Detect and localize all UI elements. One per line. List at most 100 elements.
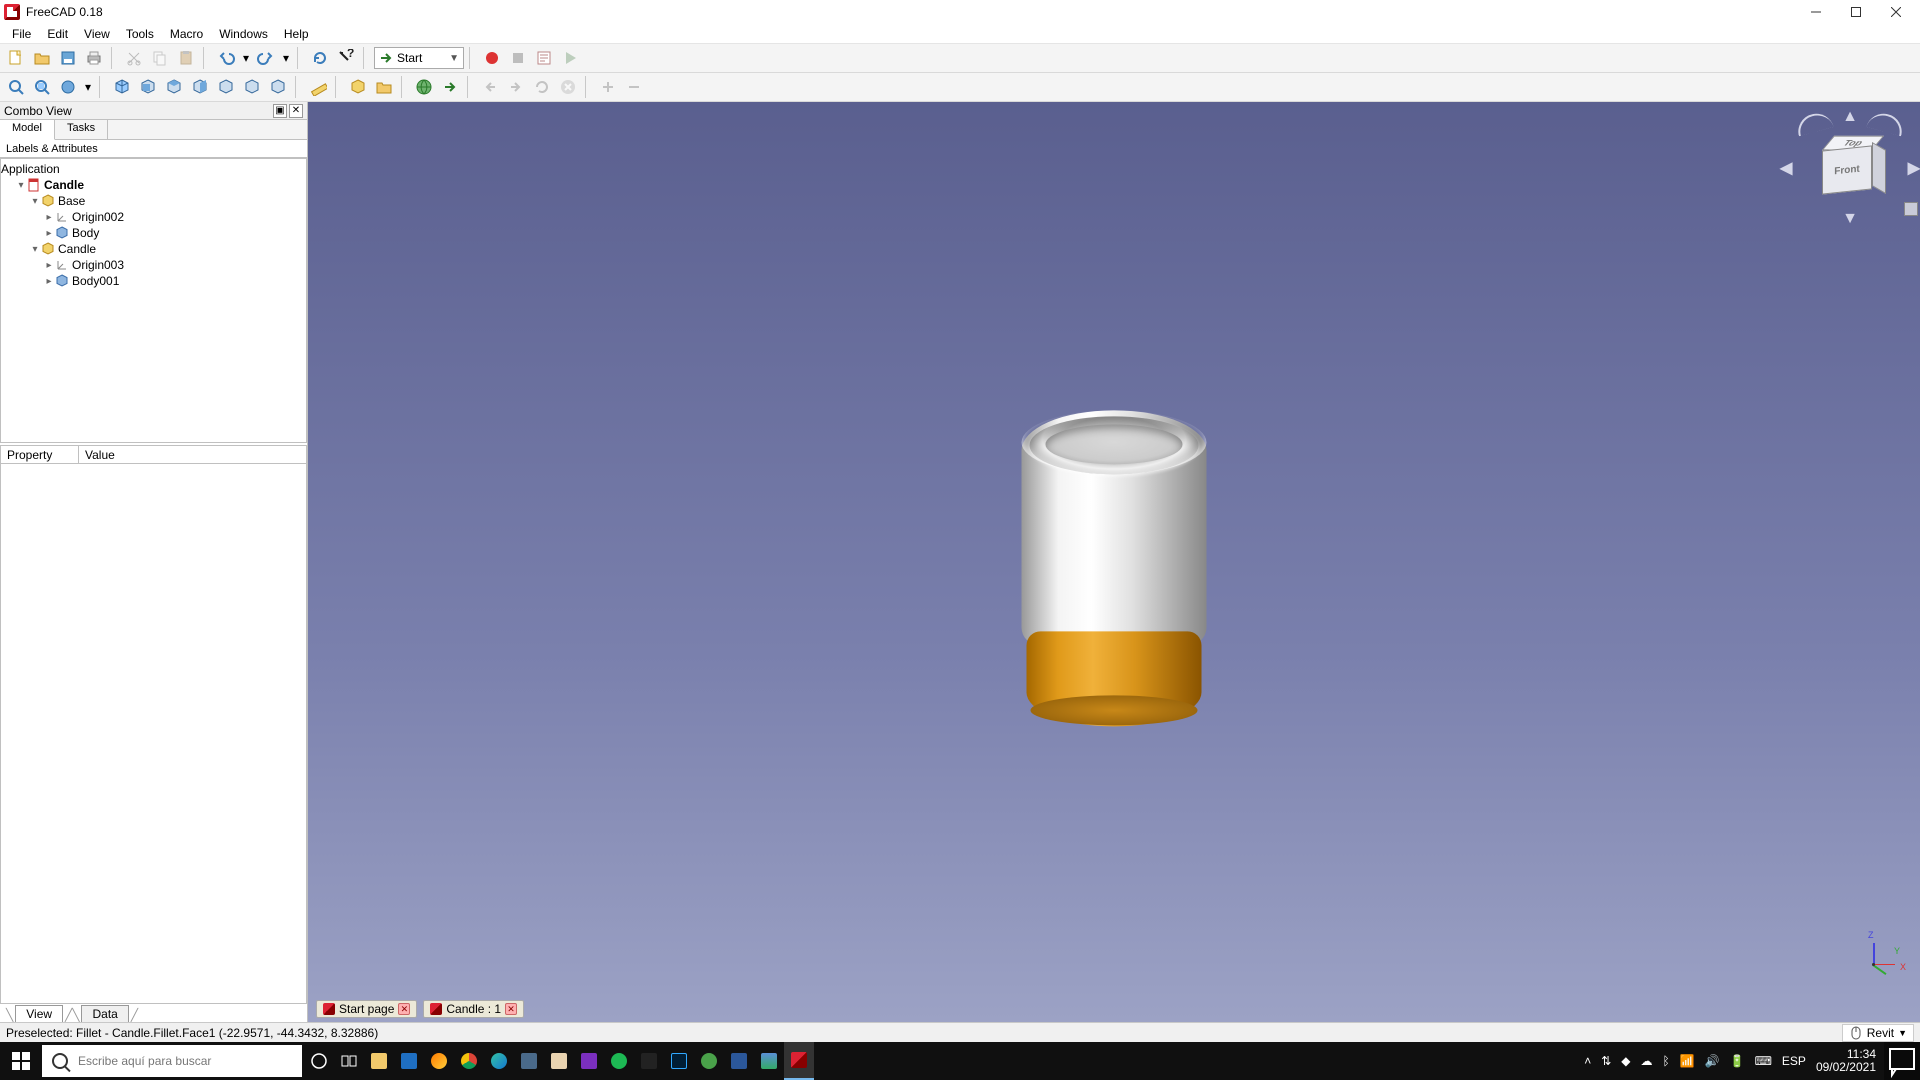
tab-tasks[interactable]: Tasks [55,120,108,139]
app-icon-generic[interactable] [634,1042,664,1080]
spotify-icon[interactable] [604,1042,634,1080]
nav-forward-button[interactable] [504,75,528,99]
new-file-button[interactable] [4,46,28,70]
tree-item[interactable]: ▾Candle [1,177,306,193]
refresh-button[interactable] [308,46,332,70]
file-explorer-icon[interactable] [364,1042,394,1080]
firefox-icon[interactable] [424,1042,454,1080]
save-button[interactable] [56,46,80,70]
edge-icon[interactable] [484,1042,514,1080]
open-file-button[interactable] [30,46,54,70]
tray-battery-icon[interactable]: 🔋 [1730,1054,1745,1068]
menu-windows[interactable]: Windows [211,25,276,43]
tray-language[interactable]: ESP [1782,1054,1806,1068]
tray-keyboard-icon[interactable]: ⌨ [1755,1054,1772,1068]
measure-button[interactable] [306,75,330,99]
doc-tab-start[interactable]: Start page ✕ [316,1000,417,1018]
3d-viewport[interactable]: ▲▼ ◀▶ Top Front X Y Z Start page ✕ [308,102,1920,1022]
expand-icon[interactable]: ▸ [43,228,55,239]
redo-button[interactable] [254,46,278,70]
close-button[interactable] [1876,0,1916,24]
expand-icon[interactable]: ▸ [43,260,55,271]
doc-tab-candle[interactable]: Candle : 1 ✕ [423,1000,524,1018]
nav-back-button[interactable] [478,75,502,99]
fit-all-button[interactable] [4,75,28,99]
cube-side-face[interactable] [1872,142,1886,194]
macro-record-button[interactable] [480,46,504,70]
tray-volume-icon[interactable]: 🔊 [1705,1054,1720,1068]
web-home-button[interactable] [412,75,436,99]
onenote-icon[interactable] [574,1042,604,1080]
navigation-cube[interactable]: ▲▼ ◀▶ Top Front [1790,108,1910,228]
expand-icon[interactable]: ▸ [43,212,55,223]
photos-icon[interactable] [754,1042,784,1080]
tree-item[interactable]: ▸Origin003 [1,257,306,273]
close-icon[interactable]: ✕ [398,1003,410,1015]
property-tab-view[interactable]: View [15,1005,63,1022]
web-forward-button[interactable] [438,75,462,99]
macro-play-button[interactable] [558,46,582,70]
nav-refresh-button[interactable] [530,75,554,99]
whats-this-button[interactable]: ? [334,46,358,70]
expand-icon[interactable]: ▾ [29,196,41,207]
menu-edit[interactable]: Edit [39,25,76,43]
macro-list-button[interactable] [532,46,556,70]
menu-file[interactable]: File [4,25,39,43]
paint-icon[interactable] [544,1042,574,1080]
part-create-button[interactable] [346,75,370,99]
minimize-button[interactable] [1796,0,1836,24]
cube-top-face[interactable]: Top [1822,136,1884,150]
tree-item[interactable]: ▸Body001 [1,273,306,289]
tree-item[interactable]: ▾Base [1,193,306,209]
freecad-taskbar-icon[interactable] [784,1042,814,1080]
expand-icon[interactable]: ▸ [43,276,55,287]
view-left-button[interactable] [266,75,290,99]
view-rear-button[interactable] [214,75,238,99]
zoom-out-button[interactable] [622,75,646,99]
tray-clock[interactable]: 11:34 09/02/2021 [1816,1048,1876,1074]
paste-button[interactable] [174,46,198,70]
start-button[interactable] [0,1042,42,1080]
view-top-button[interactable] [162,75,186,99]
tray-onedrive-icon[interactable]: ☁ [1641,1054,1653,1068]
draw-style-button[interactable] [56,75,80,99]
nav-style-selector[interactable]: Revit ▼ [1842,1024,1914,1042]
model-tree[interactable]: Application ▾Candle▾Base▸Origin002▸Body▾… [0,158,307,443]
expand-icon[interactable]: ▾ [29,244,41,255]
tree-item[interactable]: ▾Candle [1,241,306,257]
workbench-selector[interactable]: Start ▼ [374,47,464,69]
maximize-button[interactable] [1836,0,1876,24]
expand-icon[interactable]: ▾ [15,180,27,191]
close-icon[interactable]: ✕ [505,1003,517,1015]
word-icon[interactable] [724,1042,754,1080]
view-front-button[interactable] [136,75,160,99]
calculator-icon[interactable] [514,1042,544,1080]
combo-close-button[interactable]: ✕ [289,104,303,118]
chrome-icon[interactable] [454,1042,484,1080]
tray-dropbox-icon[interactable]: ◆ [1621,1054,1630,1068]
menu-help[interactable]: Help [276,25,317,43]
tray-sync-icon[interactable]: ⇅ [1601,1054,1611,1068]
tray-chevron-icon[interactable]: ˄ [1584,1054,1591,1068]
cube-front-face[interactable]: Front [1822,145,1872,194]
tab-model[interactable]: Model [0,120,55,140]
view-right-button[interactable] [188,75,212,99]
tree-item[interactable]: ▸Body [1,225,306,241]
copy-button[interactable] [148,46,172,70]
cut-button[interactable] [122,46,146,70]
undo-dropdown[interactable]: ▾ [240,46,252,70]
fit-selection-button[interactable] [30,75,54,99]
macro-stop-button[interactable] [506,46,530,70]
combo-float-button[interactable]: ▣ [273,104,287,118]
print-button[interactable] [82,46,106,70]
menu-macro[interactable]: Macro [162,25,211,43]
property-tab-data[interactable]: Data [81,1005,128,1022]
view-bottom-button[interactable] [240,75,264,99]
tree-item[interactable]: ▸Origin002 [1,209,306,225]
outlook-icon[interactable] [394,1042,424,1080]
draw-style-dropdown[interactable]: ▾ [82,75,94,99]
menu-tools[interactable]: Tools [118,25,162,43]
tray-bluetooth-icon[interactable]: ᛒ [1663,1054,1670,1068]
cortana-icon[interactable] [304,1042,334,1080]
menu-view[interactable]: View [76,25,118,43]
